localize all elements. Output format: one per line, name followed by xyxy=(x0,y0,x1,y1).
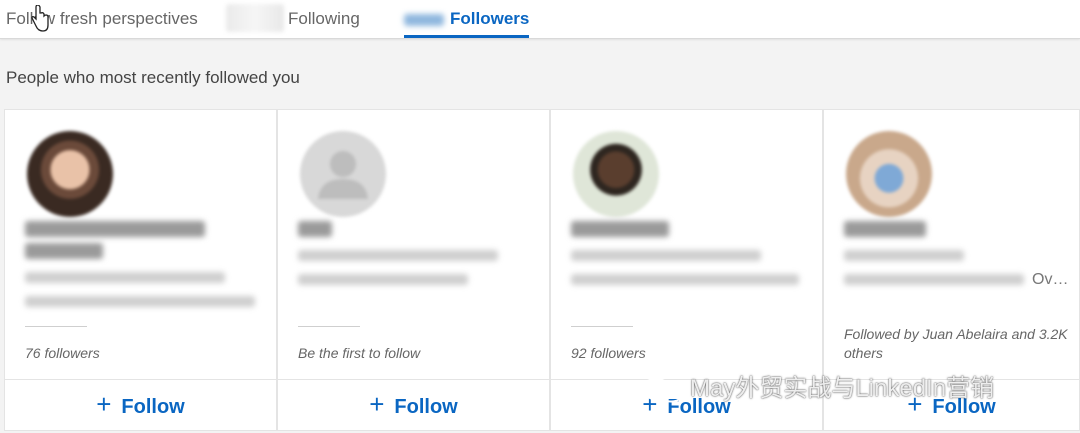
blurred-headline xyxy=(571,250,761,261)
avatar[interactable] xyxy=(573,131,659,217)
divider xyxy=(571,326,633,327)
divider xyxy=(25,326,87,327)
blurred-follower-count xyxy=(404,13,444,26)
tab-followers[interactable]: Followers xyxy=(404,0,530,38)
follow-button[interactable]: + Follow xyxy=(278,379,549,430)
avatar[interactable] xyxy=(846,131,932,217)
tab-bar: Follow fresh perspectives Following Foll… xyxy=(0,0,1080,39)
tab-following[interactable]: Following xyxy=(288,0,360,39)
blurred-name xyxy=(844,221,926,237)
tab-followers-label: Followers xyxy=(450,9,530,28)
blurred-name xyxy=(571,221,669,237)
section-title: People who most recently followed you xyxy=(6,68,300,87)
avatar[interactable] xyxy=(27,131,113,217)
follower-count: 92 followers xyxy=(571,345,646,361)
follower-count: Be the first to follow xyxy=(298,345,421,361)
blurred-name xyxy=(298,221,332,237)
follow-button[interactable]: + Follow xyxy=(5,379,276,430)
blurred-headline xyxy=(844,250,964,261)
follower-count: 76 followers xyxy=(25,345,100,361)
blurred-headline xyxy=(25,272,225,283)
plus-icon: + xyxy=(369,389,385,419)
headline-overflow: Ov… xyxy=(1032,271,1069,288)
blurred-headline-2 xyxy=(571,274,799,285)
follower-card: Be the first to follow + Follow xyxy=(277,109,550,431)
blurred-headline-2 xyxy=(25,296,255,307)
watermark: May外贸实战与LinkedIn营销 xyxy=(640,368,994,403)
blurred-tab-count xyxy=(226,4,284,32)
divider xyxy=(298,326,360,327)
wechat-icon xyxy=(641,377,684,403)
followed-by: Followed by Juan Abelaira and 3.2K other… xyxy=(844,326,1068,361)
hand-cursor-icon xyxy=(31,5,49,32)
blurred-name xyxy=(25,221,205,237)
avatar[interactable] xyxy=(300,131,386,217)
watermark-text: May外贸实战与LinkedIn营销 xyxy=(690,375,995,402)
follow-label: Follow xyxy=(121,396,185,418)
default-avatar-icon xyxy=(318,151,368,199)
follow-label: Follow xyxy=(394,396,458,418)
blurred-headline-2 xyxy=(298,274,468,285)
follower-card: 76 followers + Follow xyxy=(4,109,277,431)
blurred-headline xyxy=(298,250,498,261)
plus-icon: + xyxy=(96,389,112,419)
blurred-name-2 xyxy=(25,243,103,259)
blurred-headline-2 xyxy=(844,274,1024,285)
